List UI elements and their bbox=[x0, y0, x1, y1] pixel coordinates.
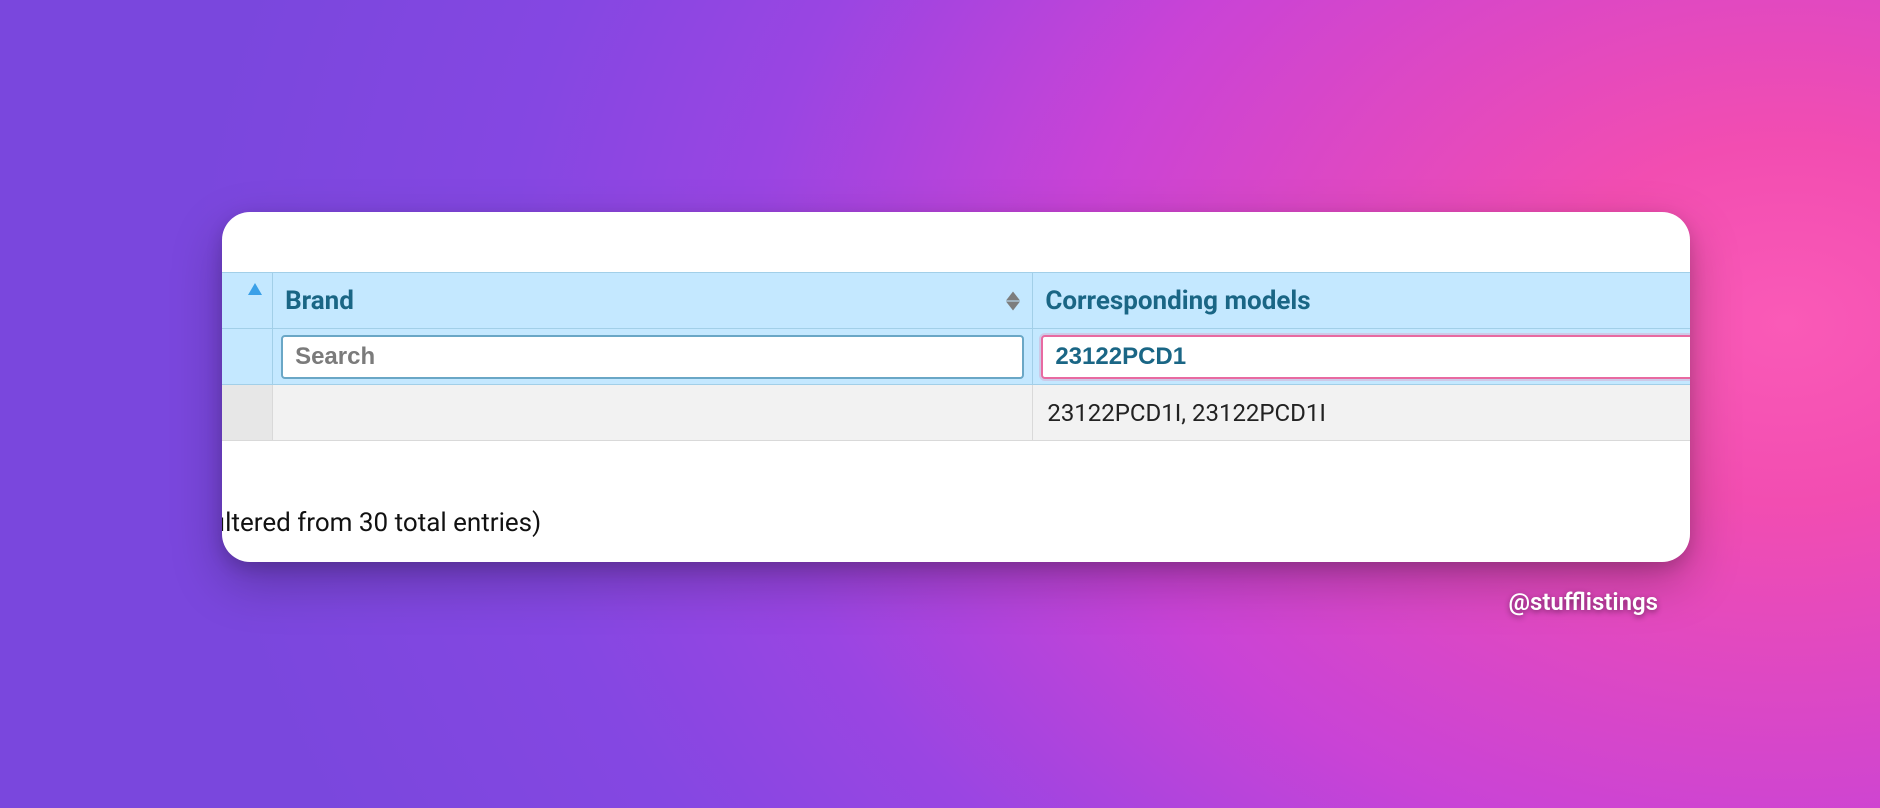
attribution-handle: @stufflistings bbox=[1509, 588, 1658, 616]
table-header-row: Brand Corresponding models bbox=[222, 273, 1690, 329]
table-footer-info: s (filtered from 30 total entries) bbox=[222, 508, 541, 538]
header-models-label: Corresponding models bbox=[1045, 286, 1310, 316]
data-table: Brand Corresponding models bbox=[222, 272, 1690, 441]
header-index[interactable] bbox=[222, 273, 273, 329]
table-row: 23122PCD1I, 23122PCD1I bbox=[222, 385, 1690, 441]
row-index-cell bbox=[222, 385, 273, 441]
table-card: Brand Corresponding models bbox=[222, 212, 1690, 562]
filter-index-cell bbox=[222, 329, 273, 385]
card-inner: Brand Corresponding models bbox=[222, 272, 1690, 562]
sort-asc-icon bbox=[248, 283, 262, 295]
sort-icon bbox=[1006, 291, 1020, 310]
header-brand[interactable]: Brand bbox=[273, 273, 1033, 329]
header-models[interactable]: Corresponding models bbox=[1033, 273, 1690, 329]
table-filter-row bbox=[222, 329, 1690, 385]
filter-brand-cell bbox=[273, 329, 1033, 385]
models-search-input[interactable] bbox=[1041, 335, 1690, 379]
row-brand-cell bbox=[273, 385, 1033, 441]
header-brand-label: Brand bbox=[285, 286, 354, 316]
filter-models-cell bbox=[1033, 329, 1690, 385]
brand-search-input[interactable] bbox=[281, 335, 1024, 379]
row-models-cell: 23122PCD1I, 23122PCD1I bbox=[1033, 385, 1690, 441]
